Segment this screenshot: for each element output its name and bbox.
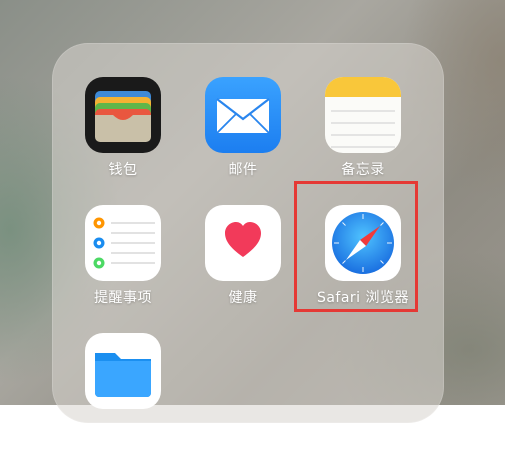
app-files[interactable] (63, 333, 183, 458)
app-label: 提醒事项 (94, 290, 152, 306)
app-reminders[interactable]: 提醒事项 (63, 205, 183, 330)
selection-highlight-box (294, 181, 418, 312)
app-mail[interactable]: 邮件 (183, 77, 303, 202)
app-label: 邮件 (228, 162, 258, 178)
reminders-icon (85, 205, 161, 281)
files-icon (85, 333, 161, 409)
mail-icon (205, 77, 281, 153)
app-label: 钱包 (108, 162, 138, 178)
app-wallet[interactable]: 钱包 (63, 77, 183, 202)
app-health[interactable]: 健康 (183, 205, 303, 330)
wallet-icon (85, 77, 161, 153)
app-label: 健康 (228, 290, 258, 306)
health-icon (205, 205, 281, 281)
notes-icon (325, 77, 401, 153)
app-label: 备忘录 (341, 162, 385, 178)
